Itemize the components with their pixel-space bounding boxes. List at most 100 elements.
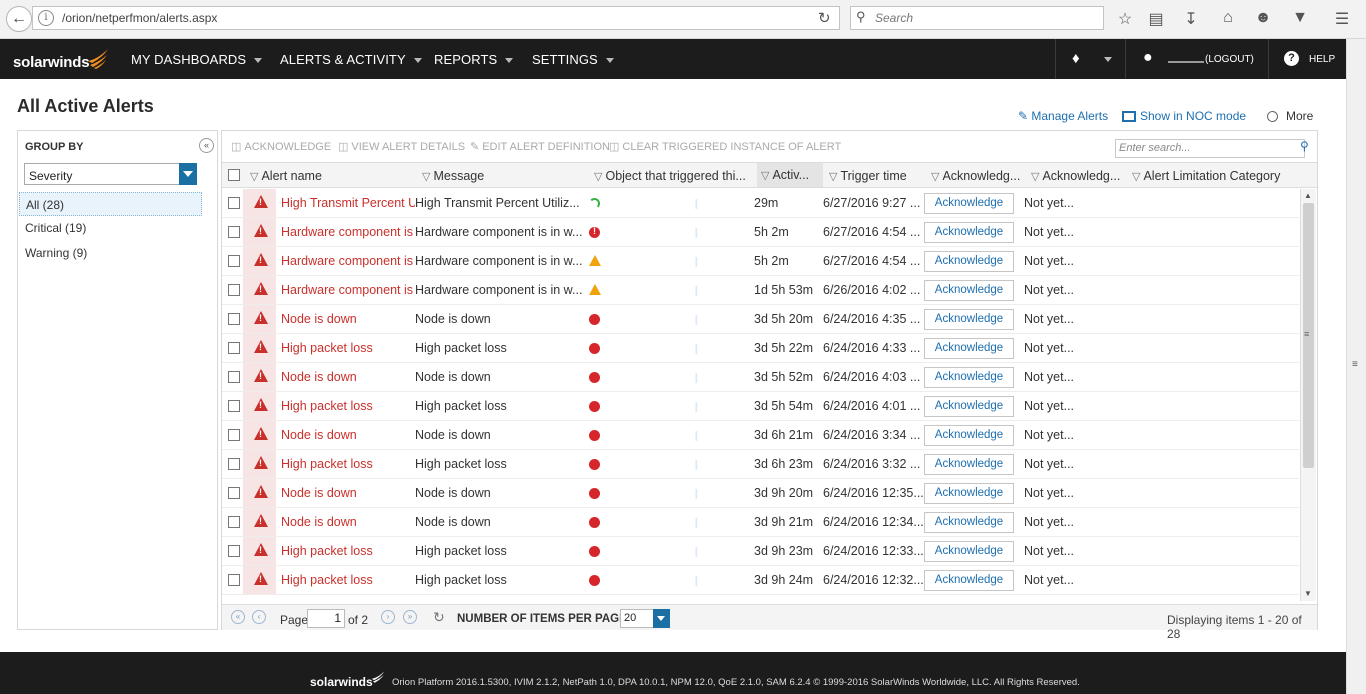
object-link-redacted[interactable]	[606, 402, 754, 412]
row-checkbox[interactable]	[228, 545, 240, 557]
row-checkbox[interactable]	[228, 284, 240, 296]
object-link-redacted[interactable]	[606, 576, 754, 586]
nav-reports[interactable]: REPORTS	[434, 52, 514, 67]
table-row[interactable]: Hardware component is Hardware component…	[222, 276, 1299, 305]
row-checkbox[interactable]	[228, 487, 240, 499]
row-checkbox[interactable]	[228, 400, 240, 412]
collapse-panel-icon[interactable]: «	[199, 138, 214, 153]
acknowledge-row-button[interactable]: Acknowledge	[924, 570, 1014, 591]
table-row[interactable]: High packet loss High packet loss 3d 5h …	[222, 334, 1299, 363]
alert-name-link[interactable]: High packet loss	[281, 573, 415, 587]
object-link-redacted[interactable]	[606, 518, 754, 528]
row-checkbox[interactable]	[228, 458, 240, 470]
acknowledge-button[interactable]: ◫ ACKNOWLEDGE	[231, 140, 331, 153]
table-row[interactable]: High packet loss High packet loss 3d 9h …	[222, 566, 1299, 595]
acknowledge-row-button[interactable]: Acknowledge	[924, 454, 1014, 475]
table-row[interactable]: Node is down Node is down 3d 5h 20m 6/24…	[222, 305, 1299, 334]
acknowledge-row-button[interactable]: Acknowledge	[924, 280, 1014, 301]
acknowledge-row-button[interactable]: Acknowledge	[924, 222, 1014, 243]
table-row[interactable]: Node is down Node is down 3d 6h 21m 6/24…	[222, 421, 1299, 450]
row-checkbox[interactable]	[228, 197, 240, 209]
row-checkbox[interactable]	[228, 516, 240, 528]
object-link-redacted[interactable]	[606, 257, 754, 267]
acknowledge-row-button[interactable]: Acknowledge	[924, 338, 1014, 359]
more-menu[interactable]: More	[1267, 109, 1314, 123]
edit-alert-definition-button[interactable]: ✎ EDIT ALERT DEFINITION	[470, 140, 610, 153]
col-object[interactable]: ▽ Object that triggered thi...	[594, 169, 754, 183]
row-checkbox[interactable]	[228, 429, 240, 441]
alert-name-link[interactable]: Node is down	[281, 312, 415, 326]
page-scrollbar[interactable]: ≡	[1346, 39, 1366, 694]
grid-search-icon[interactable]: ⚲	[1300, 139, 1309, 153]
row-checkbox[interactable]	[228, 371, 240, 383]
noc-mode-link[interactable]: Show in NOC mode	[1122, 109, 1246, 123]
alert-name-link[interactable]: Node is down	[281, 515, 415, 529]
help-link[interactable]: HELP	[1309, 54, 1335, 65]
info-icon[interactable]: i	[38, 10, 54, 26]
pocket-icon[interactable]: ▼	[1290, 9, 1310, 27]
alert-name-link[interactable]: High Transmit Percent U	[281, 196, 415, 210]
object-link-redacted[interactable]	[606, 489, 754, 499]
table-row[interactable]: Node is down Node is down 3d 5h 52m 6/24…	[222, 363, 1299, 392]
col-active-time[interactable]: ▽ Activ...	[757, 163, 823, 187]
manage-alerts-link[interactable]: ✎ Manage Alerts	[1018, 109, 1108, 123]
acknowledge-row-button[interactable]: Acknowledge	[924, 425, 1014, 446]
view-alert-details-button[interactable]: ◫ VIEW ALERT DETAILS	[338, 140, 465, 153]
acknowledge-row-button[interactable]: Acknowledge	[924, 483, 1014, 504]
next-page-icon[interactable]: ›	[381, 610, 395, 624]
object-link-redacted[interactable]	[606, 373, 754, 383]
first-page-icon[interactable]: «	[231, 610, 245, 624]
col-acknowledged[interactable]: ▽ Acknowledg...	[931, 169, 1028, 183]
download-icon[interactable]: ↧	[1181, 9, 1201, 29]
grid-scrollbar[interactable]: ▲ ≡ ▼	[1300, 189, 1316, 601]
nav-my-dashboards[interactable]: MY DASHBOARDS	[131, 52, 263, 67]
table-row[interactable]: Node is down Node is down 3d 9h 21m 6/24…	[222, 508, 1299, 537]
alert-name-link[interactable]: Hardware component is	[281, 225, 415, 239]
back-icon[interactable]: ←	[6, 6, 32, 32]
scroll-up-icon[interactable]: ▲	[1304, 191, 1312, 200]
alert-name-link[interactable]: High packet loss	[281, 399, 415, 413]
table-row[interactable]: High Transmit Percent U High Transmit Pe…	[222, 189, 1299, 218]
acknowledge-row-button[interactable]: Acknowledge	[924, 512, 1014, 533]
col-message[interactable]: ▽ Message	[422, 169, 582, 183]
page-number-input[interactable]: 1	[307, 609, 345, 628]
object-link-redacted[interactable]	[606, 199, 754, 209]
scroll-down-icon[interactable]: ▼	[1304, 589, 1312, 598]
table-row[interactable]: High packet loss High packet loss 3d 9h …	[222, 537, 1299, 566]
alert-name-link[interactable]: Node is down	[281, 486, 415, 500]
notification-chevron-icon[interactable]	[1104, 57, 1112, 62]
row-checkbox[interactable]	[228, 255, 240, 267]
object-link-redacted[interactable]	[606, 460, 754, 470]
object-link-redacted[interactable]	[606, 286, 754, 296]
acknowledge-row-button[interactable]: Acknowledge	[924, 396, 1014, 417]
clear-triggered-button[interactable]: ◫ CLEAR TRIGGERED INSTANCE OF ALERT	[609, 140, 841, 153]
acknowledge-row-button[interactable]: Acknowledge	[924, 367, 1014, 388]
row-checkbox[interactable]	[228, 313, 240, 325]
acknowledge-row-button[interactable]: Acknowledge	[924, 193, 1014, 214]
col-trigger-time[interactable]: ▽ Trigger time	[829, 169, 924, 183]
last-page-icon[interactable]: »	[403, 610, 417, 624]
group-by-selected[interactable]: Severity	[29, 169, 72, 183]
table-row[interactable]: High packet loss High packet loss 3d 5h …	[222, 392, 1299, 421]
dropdown-arrow-icon[interactable]	[653, 609, 670, 628]
nav-alerts-activity[interactable]: ALERTS & ACTIVITY	[280, 52, 422, 67]
object-link-redacted[interactable]	[606, 344, 754, 354]
row-checkbox[interactable]	[228, 342, 240, 354]
prev-page-icon[interactable]: ‹	[252, 610, 266, 624]
col-alert-name[interactable]: ▽ Alert name	[250, 169, 390, 183]
refresh-grid-icon[interactable]: ↻	[433, 609, 445, 626]
alert-name-link[interactable]: Hardware component is	[281, 283, 415, 297]
refresh-icon[interactable]: ↻	[818, 9, 831, 27]
col-limitation-category[interactable]: ▽ Alert Limitation Category	[1132, 169, 1302, 183]
row-checkbox[interactable]	[228, 574, 240, 586]
help-icon[interactable]: ?	[1284, 51, 1299, 66]
alert-name-link[interactable]: Hardware component is	[281, 254, 415, 268]
table-row[interactable]: Hardware component is Hardware component…	[222, 247, 1299, 276]
alert-name-link[interactable]: High packet loss	[281, 341, 415, 355]
alert-name-link[interactable]: High packet loss	[281, 544, 415, 558]
group-item-all[interactable]: All (28)	[19, 192, 202, 216]
acknowledge-row-button[interactable]: Acknowledge	[924, 309, 1014, 330]
nav-settings[interactable]: SETTINGS	[532, 52, 614, 67]
logout-link[interactable]: (LOGOUT)	[1205, 54, 1254, 65]
url-text[interactable]: /orion/netperfmon/alerts.aspx	[62, 11, 217, 25]
